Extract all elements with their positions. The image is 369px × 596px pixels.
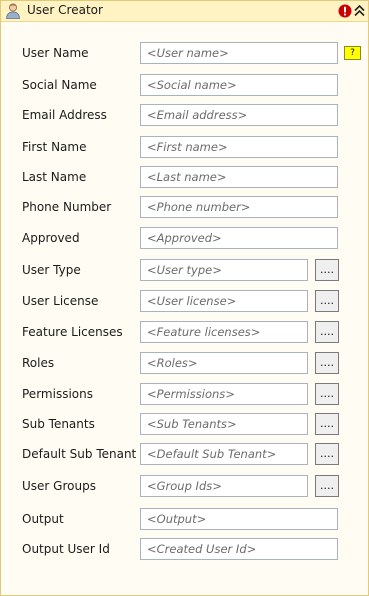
- user-type-input[interactable]: [140, 259, 308, 281]
- last-name-row: Last Name: [1, 166, 368, 190]
- email-address-input[interactable]: [140, 104, 338, 126]
- output-user-id-row: Output User Id: [1, 538, 368, 562]
- permissions-label: Permissions: [22, 387, 93, 401]
- sub-tenants-browse-button[interactable]: ....: [315, 413, 339, 435]
- last-name-input[interactable]: [140, 166, 338, 188]
- default-sub-tenant-input[interactable]: [140, 443, 308, 465]
- social-name-input[interactable]: [140, 74, 338, 96]
- user-license-browse-button[interactable]: ....: [315, 290, 339, 312]
- help-button[interactable]: ?: [344, 46, 361, 60]
- window-title: User Creator: [27, 3, 103, 17]
- error-icon: [338, 4, 352, 18]
- feature-licenses-browse-button[interactable]: ....: [315, 321, 339, 343]
- default-sub-tenant-browse-button[interactable]: ....: [315, 443, 339, 465]
- phone-number-label: Phone Number: [22, 200, 112, 214]
- user-type-label: User Type: [22, 263, 81, 277]
- feature-licenses-label: Feature Licenses: [22, 325, 123, 339]
- phone-number-input[interactable]: [140, 196, 338, 218]
- approved-input[interactable]: [140, 227, 338, 249]
- first-name-row: First Name: [1, 136, 368, 160]
- phone-number-row: Phone Number: [1, 196, 368, 220]
- sub-tenants-label: Sub Tenants: [22, 417, 95, 431]
- sub-tenants-input[interactable]: [140, 413, 308, 435]
- user-name-row: User Name?: [1, 42, 368, 66]
- user-groups-row: User Groups....: [1, 475, 368, 499]
- approved-label: Approved: [22, 231, 80, 245]
- permissions-row: Permissions....: [1, 383, 368, 407]
- output-row: Output: [1, 508, 368, 532]
- first-name-input[interactable]: [140, 136, 338, 158]
- email-address-label: Email Address: [22, 108, 107, 122]
- user-name-input[interactable]: [140, 42, 338, 64]
- user-type-row: User Type....: [1, 259, 368, 283]
- user-type-browse-button[interactable]: ....: [315, 259, 339, 281]
- roles-row: Roles....: [1, 352, 368, 376]
- sub-tenants-row: Sub Tenants....: [1, 413, 368, 437]
- user-groups-browse-button[interactable]: ....: [315, 475, 339, 497]
- user-license-input[interactable]: [140, 290, 308, 312]
- collapse-up-icon[interactable]: [353, 4, 366, 18]
- user-license-row: User License....: [1, 290, 368, 314]
- first-name-label: First Name: [22, 140, 87, 154]
- default-sub-tenant-row: Default Sub Tenant....: [1, 443, 368, 467]
- output-label: Output: [22, 512, 64, 526]
- user-license-label: User License: [22, 294, 99, 308]
- feature-licenses-input[interactable]: [140, 321, 308, 343]
- social-name-row: Social Name: [1, 74, 368, 98]
- roles-input[interactable]: [140, 352, 308, 374]
- user-groups-label: User Groups: [22, 479, 96, 493]
- user-icon: [6, 3, 20, 19]
- title-bar: User Creator: [1, 1, 368, 22]
- output-user-id-label: Output User Id: [22, 542, 110, 556]
- user-groups-input[interactable]: [140, 475, 308, 497]
- user-creator-panel: User Creator User Name? Social Name Email …: [0, 0, 369, 596]
- output-input[interactable]: [140, 508, 338, 530]
- last-name-label: Last Name: [22, 170, 87, 184]
- approved-row: Approved: [1, 227, 368, 251]
- roles-browse-button[interactable]: ....: [315, 352, 339, 374]
- social-name-label: Social Name: [22, 78, 97, 92]
- feature-licenses-row: Feature Licenses....: [1, 321, 368, 345]
- user-name-label: User Name: [22, 46, 89, 60]
- output-user-id-input[interactable]: [140, 538, 338, 560]
- permissions-input[interactable]: [140, 383, 308, 405]
- default-sub-tenant-label: Default Sub Tenant: [22, 447, 137, 461]
- roles-label: Roles: [22, 356, 55, 370]
- email-address-row: Email Address: [1, 104, 368, 128]
- permissions-browse-button[interactable]: ....: [315, 383, 339, 405]
